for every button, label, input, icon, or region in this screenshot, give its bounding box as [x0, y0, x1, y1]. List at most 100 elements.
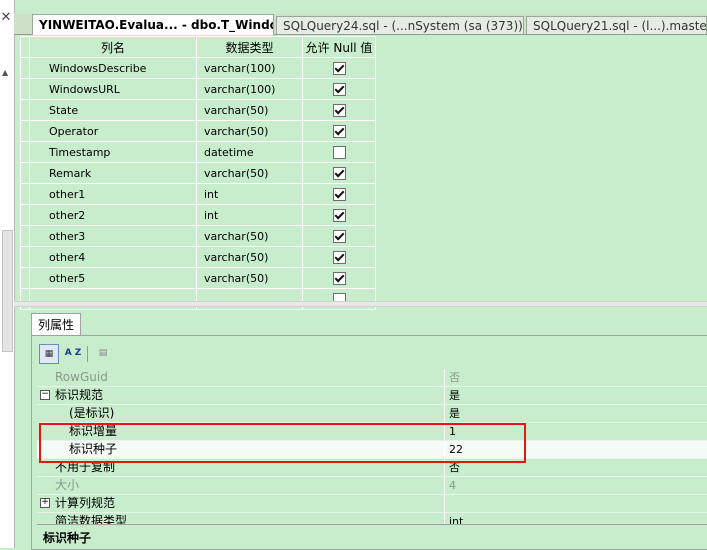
tab-table-designer[interactable]: YINWEITAO.Evalua... - dbo.T_Windows: [32, 14, 274, 35]
property-pages-icon[interactable]: ▤: [93, 344, 113, 364]
allow-null-checkbox[interactable]: [332, 82, 346, 96]
column-divider: [444, 387, 445, 404]
column-name-cell[interactable]: WindowsURL: [29, 78, 197, 100]
allow-null-cell: [302, 225, 376, 247]
scroll-up-icon[interactable]: ▲: [2, 68, 8, 77]
column-name-cell[interactable]: Operator: [29, 120, 197, 142]
tab-sqlquery24[interactable]: SQLQuery24.sql - (...nSystem (sa (373))*: [276, 16, 524, 34]
data-type-cell[interactable]: varchar(100): [196, 57, 303, 79]
row-selector[interactable]: [20, 162, 30, 184]
description-title: 标识种子: [43, 531, 92, 545]
allow-null-checkbox[interactable]: [332, 187, 346, 201]
property-row[interactable]: 不用于复制 否: [37, 459, 707, 477]
table-row[interactable]: other2 int: [20, 204, 376, 226]
expand-toggle-icon[interactable]: +: [40, 498, 50, 508]
row-selector[interactable]: [20, 78, 30, 100]
column-name-cell[interactable]: other3: [29, 225, 197, 247]
data-type-cell[interactable]: varchar(50): [196, 99, 303, 121]
allow-null-checkbox[interactable]: [332, 271, 346, 285]
column-name-cell[interactable]: Timestamp: [29, 141, 197, 163]
property-value[interactable]: 22: [449, 441, 463, 458]
alphabetical-sort-icon[interactable]: A Z: [63, 344, 83, 364]
data-type-cell[interactable]: varchar(50): [196, 225, 303, 247]
allow-null-checkbox[interactable]: [332, 250, 346, 264]
table-row[interactable]: Timestamp datetime: [20, 141, 376, 163]
row-selector[interactable]: [20, 141, 30, 163]
data-type-cell[interactable]: int: [196, 183, 303, 205]
tab-column-properties[interactable]: 列属性: [31, 313, 82, 336]
row-selector[interactable]: [20, 225, 30, 247]
row-selector[interactable]: [20, 204, 30, 226]
data-type-cell[interactable]: datetime: [196, 141, 303, 163]
column-name-cell[interactable]: Remark: [29, 162, 197, 184]
row-selector[interactable]: [20, 57, 30, 79]
column-name-cell[interactable]: other2: [29, 204, 197, 226]
allow-null-checkbox[interactable]: [332, 166, 346, 180]
column-name-cell[interactable]: other1: [29, 183, 197, 205]
property-row[interactable]: + 计算列规范: [37, 495, 707, 513]
allow-null-checkbox[interactable]: [332, 208, 346, 222]
table-row[interactable]: Operator varchar(50): [20, 120, 376, 142]
data-type-cell[interactable]: varchar(50): [196, 120, 303, 142]
property-value[interactable]: 是: [449, 405, 460, 422]
allow-null-checkbox[interactable]: [332, 145, 346, 159]
property-value[interactable]: 否: [449, 369, 460, 386]
data-type-cell[interactable]: varchar(50): [196, 246, 303, 268]
property-row[interactable]: RowGuid 否: [37, 369, 707, 387]
allow-null-checkbox[interactable]: [332, 103, 346, 117]
table-row[interactable]: WindowsDescribe varchar(100): [20, 57, 376, 79]
allow-null-cell: [302, 162, 376, 184]
property-row[interactable]: 标识增量 1: [37, 423, 707, 441]
table-row[interactable]: WindowsURL varchar(100): [20, 78, 376, 100]
document-tab-bar: YINWEITAO.Evalua... - dbo.T_Windows SQLQ…: [14, 14, 707, 35]
row-selector[interactable]: [20, 99, 30, 121]
tab-sqlquery21[interactable]: SQLQuery21.sql - (l...).master: [526, 16, 707, 34]
data-type-cell[interactable]: varchar(100): [196, 78, 303, 100]
table-row[interactable]: other5 varchar(50): [20, 267, 376, 289]
column-divider: [444, 441, 445, 458]
allow-null-cell: [302, 141, 376, 163]
table-row[interactable]: State varchar(50): [20, 99, 376, 121]
close-icon[interactable]: ✕: [0, 10, 12, 25]
expand-toggle-icon[interactable]: −: [40, 390, 50, 400]
property-row[interactable]: (是标识) 是: [37, 405, 707, 423]
property-name: 标识规范: [55, 388, 104, 402]
property-name: 不用于复制: [55, 460, 116, 474]
table-row[interactable]: Remark varchar(50): [20, 162, 376, 184]
row-selector[interactable]: [20, 120, 30, 142]
column-name-cell[interactable]: other5: [29, 267, 197, 289]
data-type-cell[interactable]: varchar(50): [196, 267, 303, 289]
property-name: 标识增量: [69, 424, 118, 438]
row-selector[interactable]: [20, 267, 30, 289]
table-row[interactable]: other1 int: [20, 183, 376, 205]
table-row[interactable]: other3 varchar(50): [20, 225, 376, 247]
allow-null-checkbox[interactable]: [332, 124, 346, 138]
column-name-cell[interactable]: other4: [29, 246, 197, 268]
row-selector[interactable]: [20, 246, 30, 268]
property-row[interactable]: − 标识规范 是: [37, 387, 707, 405]
allow-null-checkbox[interactable]: [332, 229, 346, 243]
panel-splitter[interactable]: [14, 301, 707, 307]
property-value[interactable]: 4: [449, 477, 456, 494]
property-grid: RowGuid 否 − 标识规范是 (是标识) 是标识增量 1 标识种子 22 不用于复制否大小 4…: [37, 369, 707, 531]
property-value[interactable]: 1: [449, 423, 456, 440]
property-value[interactable]: 是: [449, 387, 460, 404]
data-type-cell[interactable]: int: [196, 204, 303, 226]
column-divider: [444, 459, 445, 476]
column-divider: [444, 477, 445, 494]
allow-null-checkbox[interactable]: [332, 61, 346, 75]
property-name: RowGuid: [55, 370, 108, 384]
property-row[interactable]: 大小 4: [37, 477, 707, 495]
column-name-cell[interactable]: WindowsDescribe: [29, 57, 197, 79]
table-row[interactable]: other4 varchar(50): [20, 246, 376, 268]
row-selector[interactable]: [20, 183, 30, 205]
allow-null-header: 允许 Null 值: [302, 36, 376, 58]
allow-null-cell: [302, 204, 376, 226]
column-name-cell[interactable]: State: [29, 99, 197, 121]
property-value[interactable]: 否: [449, 459, 460, 476]
categorized-icon[interactable]: ▦: [39, 344, 59, 364]
allow-null-cell: [302, 99, 376, 121]
property-row[interactable]: 标识种子 22: [37, 441, 707, 459]
scrollbar-thumb[interactable]: [2, 230, 13, 352]
data-type-cell[interactable]: varchar(50): [196, 162, 303, 184]
